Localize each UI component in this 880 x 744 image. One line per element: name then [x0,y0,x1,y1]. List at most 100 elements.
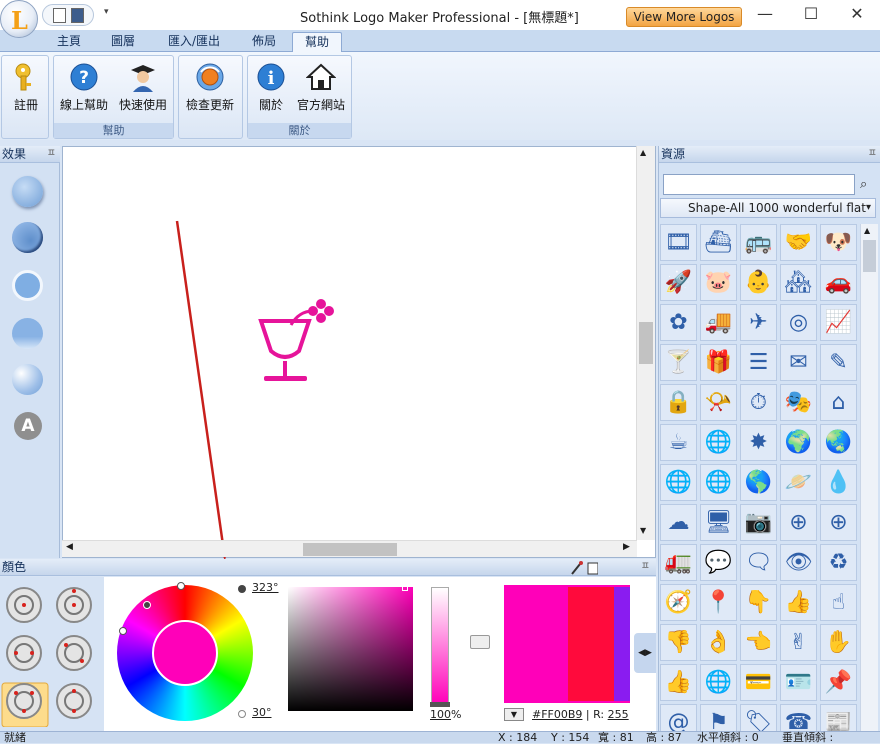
save-icon[interactable] [71,8,84,23]
scroll-left-icon[interactable]: ◀ [66,542,73,552]
tab-import-export[interactable]: 匯入/匯出 [152,32,236,52]
thumbs-down-icon[interactable]: 👎 [660,624,697,661]
view-more-logos-button[interactable]: View More Logos [626,7,742,27]
hue-handle-2[interactable] [143,601,151,609]
camera-icon[interactable]: 📷 [740,504,777,541]
globe-arrow-icon[interactable]: 🌐 [660,464,697,501]
tab-home[interactable]: 主頁 [44,32,94,52]
minimize-button[interactable]: — [742,0,788,30]
effect-gloss[interactable] [12,364,43,395]
scroll-down-icon[interactable]: ▼ [640,526,646,535]
hand-down-icon[interactable]: 👇 [740,584,777,621]
cocktail-icon[interactable]: 🍸 [660,344,697,381]
secondary-color-swatch[interactable] [568,587,614,701]
pig-icon[interactable]: 🐷 [700,264,737,301]
hue-wheel[interactable] [117,585,253,721]
layers-icon[interactable]: ☰ [740,344,777,381]
at-sign-icon[interactable]: @ [660,704,697,731]
paper-plane-icon[interactable]: ✈ [740,304,777,341]
app-menu-button[interactable]: L [0,0,38,38]
id-card-icon[interactable]: 🪪 [780,664,817,701]
resource-search-input[interactable] [663,174,855,195]
hand-ok-icon[interactable]: 👌 [700,624,737,661]
hue-handle[interactable] [177,582,185,590]
saturation-brightness-square[interactable] [288,587,413,711]
shape-category-select[interactable]: Shape-All 1000 wonderful flat▾ [660,198,876,218]
card-icon[interactable]: 💳 [740,664,777,701]
link-icon[interactable] [470,635,490,649]
recycle-icon[interactable]: ♻ [820,544,857,581]
cocktail-logo[interactable] [261,299,334,381]
dog-icon[interactable]: 🐶 [820,224,857,261]
new-file-icon[interactable] [53,8,66,23]
tab-layers[interactable]: 圖層 [98,32,148,52]
resources-scrollbar[interactable]: ▲ [860,224,878,731]
globe-2-icon[interactable]: 🌎 [740,464,777,501]
close-button[interactable]: ✕ [834,0,880,30]
baby-icon[interactable]: 👶 [740,264,777,301]
houses-icon[interactable]: 🏘 [780,264,817,301]
effect-bevel[interactable] [12,176,43,207]
speech-bubble-icon[interactable]: 💬 [700,544,737,581]
cloud-icon[interactable]: ☁ [660,504,697,541]
grid-globe-icon[interactable]: ⊕ [780,504,817,541]
horizontal-scroll-thumb[interactable] [303,543,397,556]
chat-bubble-icon[interactable]: 🗨 [740,544,777,581]
globe-3-icon[interactable]: 🌐 [700,664,737,701]
news-icon[interactable]: 📰 [820,704,857,731]
padlock-icon[interactable]: 🔒 [660,384,697,421]
opacity-value[interactable]: 100 [430,708,451,721]
eye-icon[interactable]: 👁 [780,544,817,581]
r-value[interactable]: 255 [608,708,629,721]
rocket-icon[interactable]: 🚀 [660,264,697,301]
envelope-icon[interactable]: ✉ [780,344,817,381]
sv-cursor[interactable] [402,585,408,591]
coffee-icon[interactable]: ☕ [660,424,697,461]
check-update-button[interactable]: 檢查更新 [181,60,239,113]
globe-compass-icon[interactable]: 🧭 [660,584,697,621]
globe-location-icon[interactable]: 📍 [700,584,737,621]
angle-bottom-value[interactable]: 30° [252,706,272,719]
film-icon[interactable]: 🎞 [660,224,697,261]
official-site-button[interactable]: 官方網站 [292,60,350,113]
gift-icon[interactable]: 🎁 [700,344,737,381]
resources-scroll-up-icon[interactable]: ▲ [864,226,870,235]
tag-icon[interactable]: 🏷 [740,704,777,731]
expand-panel-icon[interactable]: ◀▶ [634,633,656,673]
thumbs-up-icon[interactable]: 👍 [780,584,817,621]
drops-icon[interactable]: 💧 [820,464,857,501]
scroll-right-icon[interactable]: ▶ [623,542,630,552]
car-icon[interactable]: 🚗 [820,264,857,301]
customize-toolbar-chevron-icon[interactable]: ▾ [104,7,109,17]
color-pin-icon[interactable]: ㅍ [641,559,650,575]
target-icon[interactable]: ◎ [780,304,817,341]
globe-pin-icon[interactable]: 🌏 [820,424,857,461]
hand-peace-icon[interactable]: ✌ [780,624,817,661]
stopwatch-icon[interactable]: ⏱ [740,384,777,421]
thumbs-up-2-icon[interactable]: 👍 [660,664,697,701]
hand-raise-icon[interactable]: ✋ [820,624,857,661]
pencil-icon[interactable]: ✎ [820,344,857,381]
hex-dropdown-icon[interactable]: ▼ [504,708,524,721]
canvas-horizontal-scrollbar[interactable]: ◀ ▶ [62,540,637,557]
hand-left-icon[interactable]: 👈 [740,624,777,661]
vertical-scroll-thumb[interactable] [639,322,653,364]
eyedropper-icon[interactable] [568,560,598,576]
effect-inner-shadow[interactable] [12,222,43,253]
truck-icon[interactable]: 🚚 [700,304,737,341]
globe-icon[interactable]: 🌍 [780,424,817,461]
register-button[interactable]: 註冊 [0,60,55,113]
flower-icon[interactable]: ✿ [660,304,697,341]
online-help-button[interactable]: ? 線上幫助 [55,60,113,113]
location-icon[interactable]: 📌 [820,664,857,701]
design-canvas[interactable] [62,146,656,558]
globe-net-icon[interactable]: 🌐 [700,464,737,501]
tab-help[interactable]: 幫助 [292,32,342,52]
handshake-icon[interactable]: 🤝 [780,224,817,261]
tab-layout[interactable]: 佈局 [240,32,288,52]
masks-icon[interactable]: 🎭 [780,384,817,421]
chart-icon[interactable]: 📈 [820,304,857,341]
hex-value[interactable]: #FF00B9 [532,708,582,721]
globe-ring-icon[interactable]: 🌐 [700,424,737,461]
maximize-button[interactable]: ☐ [788,0,834,30]
